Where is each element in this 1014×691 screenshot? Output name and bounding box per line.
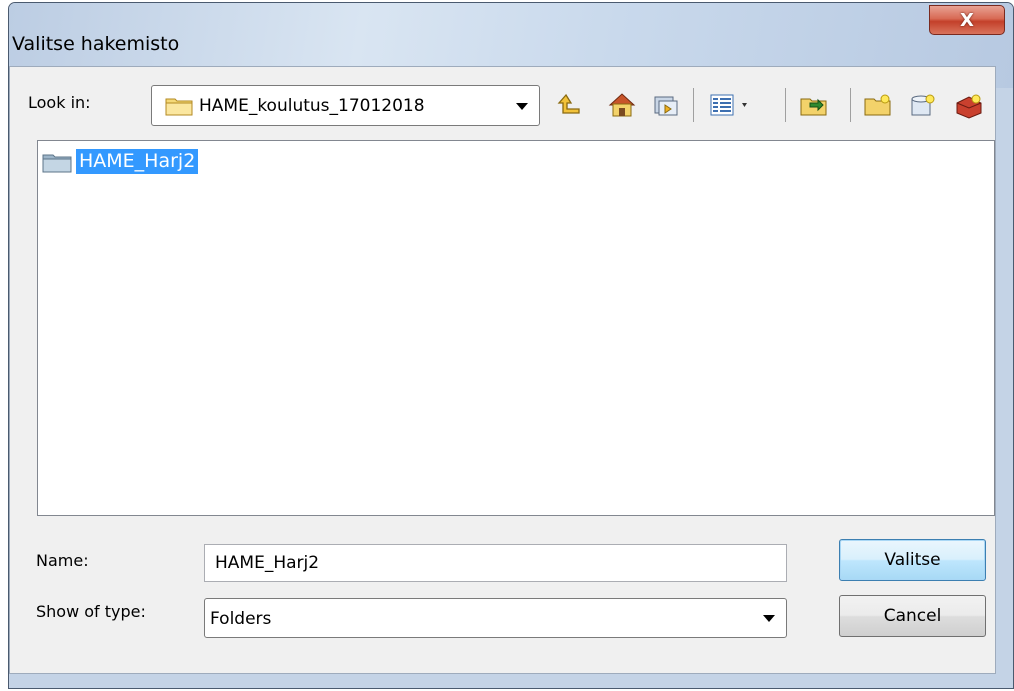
new-database-icon <box>911 94 935 116</box>
chevron-down-icon <box>516 103 528 110</box>
type-dropdown[interactable]: Folders <box>204 598 787 638</box>
chevron-down-icon <box>763 615 775 622</box>
close-icon: X <box>960 9 974 31</box>
type-value: Folders <box>210 609 272 629</box>
look-in-dropdown[interactable]: HAME_koulutus_17012018 <box>151 85 540 126</box>
view-menu-button[interactable] <box>707 88 757 122</box>
toolbar-separator <box>785 88 786 122</box>
folder-list[interactable]: HAME_Harj2 <box>37 140 995 516</box>
look-in-label: Look in: <box>28 93 91 112</box>
valitse-button[interactable]: Valitse <box>839 539 986 581</box>
catalog-icon <box>654 96 678 116</box>
name-input[interactable] <box>204 544 787 582</box>
toolbar-separator <box>693 88 694 122</box>
cancel-button[interactable]: Cancel <box>839 595 986 637</box>
dialog-title: Valitse hakemisto <box>12 33 180 55</box>
new-folder-button[interactable] <box>861 88 895 122</box>
view-menu-icon <box>710 94 747 116</box>
toolbox-icon <box>956 94 982 119</box>
look-in-value: HAME_koulutus_17012018 <box>199 96 425 116</box>
new-database-button[interactable] <box>906 88 940 122</box>
close-button[interactable]: X <box>929 5 1005 35</box>
toolbar-separator <box>850 88 851 122</box>
catalog-button[interactable] <box>649 88 683 122</box>
home-button[interactable] <box>605 88 639 122</box>
list-item[interactable]: HAME_Harj2 <box>42 149 199 174</box>
folder-icon <box>165 96 193 120</box>
up-one-level-button[interactable] <box>553 88 587 122</box>
new-folder-icon <box>864 94 891 116</box>
folder-icon <box>42 154 72 172</box>
show-of-type-label: Show of type: <box>36 602 146 621</box>
connect-folder-icon <box>800 98 827 116</box>
title-bar[interactable] <box>9 3 1013 33</box>
up-one-level-icon <box>557 93 580 114</box>
name-label: Name: <box>36 551 89 570</box>
connect-folder-button[interactable] <box>797 88 831 122</box>
list-item-label: HAME_Harj2 <box>76 149 199 174</box>
toolbox-button[interactable] <box>952 88 986 122</box>
home-folder-icon <box>608 93 636 117</box>
